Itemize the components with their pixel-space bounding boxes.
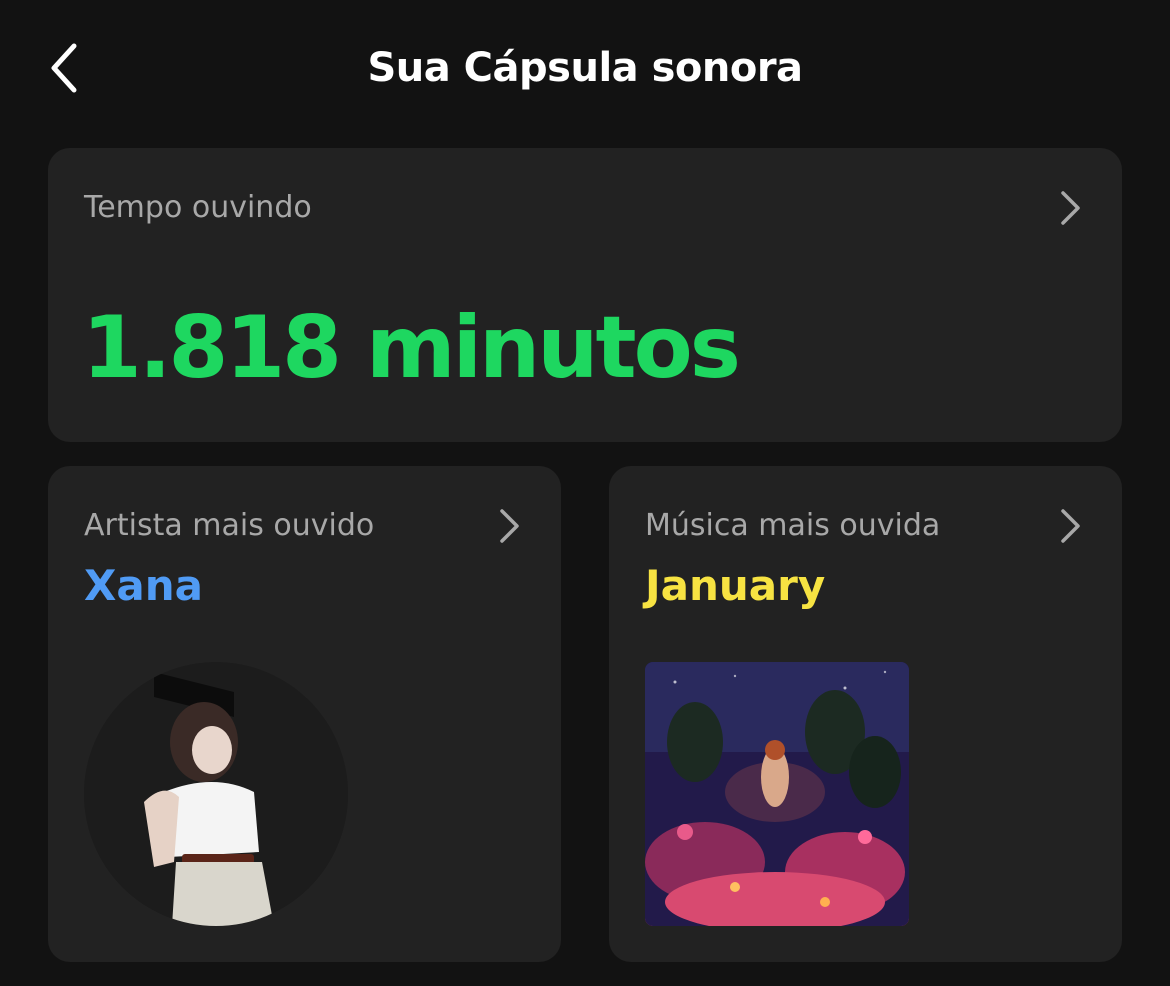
chevron-right-icon: [1050, 506, 1090, 546]
page-title: Sua Cápsula sonora: [367, 45, 803, 91]
album-cover: [645, 662, 909, 926]
chevron-right-icon: [1050, 188, 1090, 228]
header: Sua Cápsula sonora: [0, 0, 1170, 140]
artist-photo: [84, 662, 348, 926]
top-artist-label: Artista mais ouvido: [84, 508, 375, 543]
top-artist-name: Xana: [84, 561, 203, 610]
listening-time-card[interactable]: Tempo ouvindo 1.818 minutos: [48, 148, 1122, 442]
top-song-label: Música mais ouvida: [645, 508, 941, 543]
top-song-title: January: [645, 561, 826, 610]
listening-time-value: 1.818 minutos: [82, 298, 741, 398]
top-artist-card[interactable]: Artista mais ouvido Xana: [48, 466, 561, 962]
listening-time-label: Tempo ouvindo: [84, 190, 312, 225]
chevron-right-icon: [489, 506, 529, 546]
top-song-card[interactable]: Música mais ouvida January: [609, 466, 1122, 962]
sound-capsule-screen: Sua Cápsula sonora Tempo ouvindo 1.818 m…: [0, 0, 1170, 986]
